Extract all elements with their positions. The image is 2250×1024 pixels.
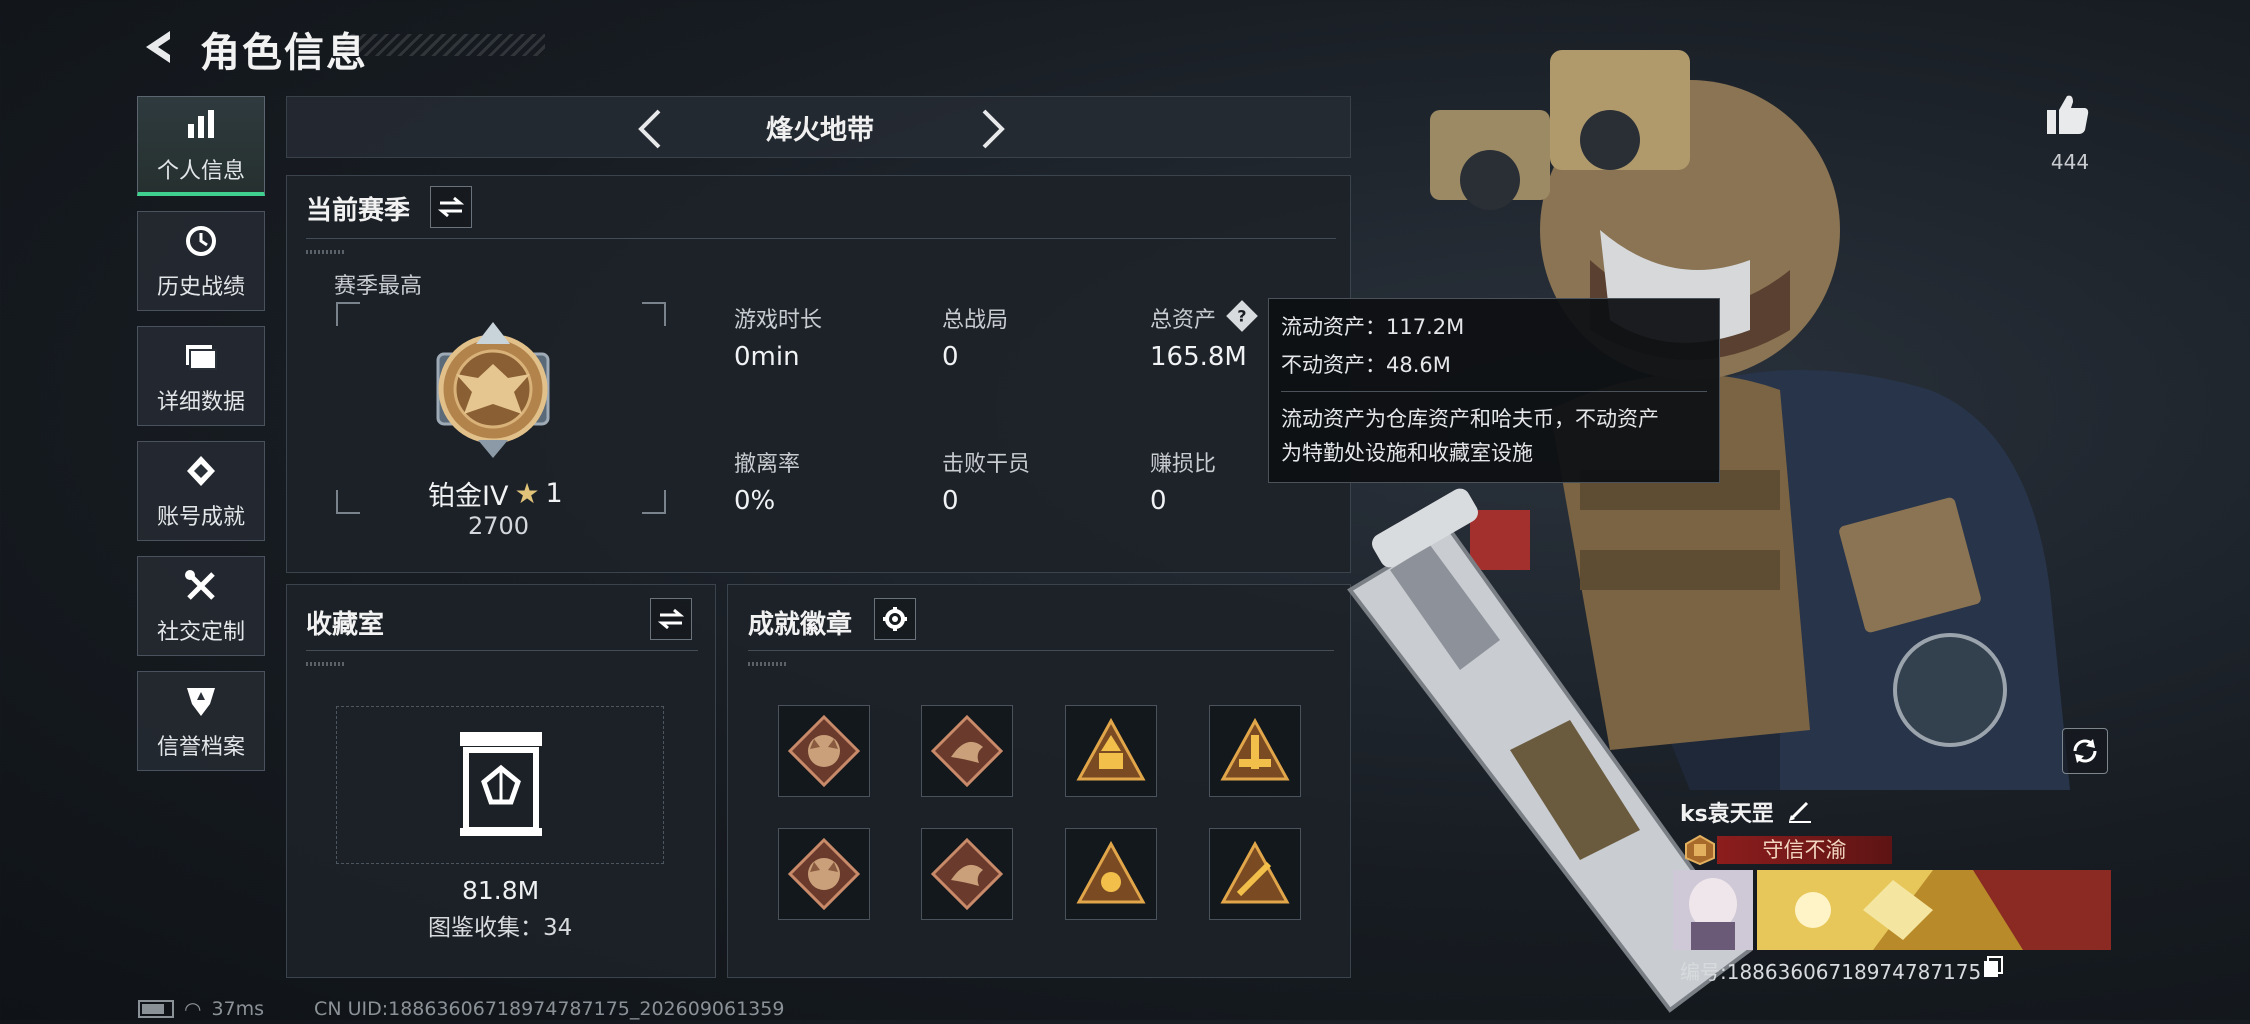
tooltip-note-line1: 流动资产为仓库资产和哈夫币，不动资产 — [1281, 407, 1659, 431]
stat-label-kills: 击败干员 — [942, 452, 1031, 477]
wifi-icon: ◠ — [184, 997, 202, 1021]
nav-item-history[interactable]: 历史战绩 — [137, 211, 265, 311]
rank-emblem-icon — [418, 314, 568, 464]
achievement-icon — [181, 451, 221, 491]
wolf-badge-icon[interactable] — [778, 828, 870, 920]
rank-name-row: 铂金IV ★ 1 — [428, 474, 563, 513]
badges-title: 成就徽章 — [748, 610, 853, 640]
decor-dots — [748, 662, 788, 666]
title-emblem-icon — [1684, 834, 1716, 866]
player-uid: 编号:1886360671897478717​5 — [1680, 960, 1982, 984]
badges-divider — [748, 650, 1334, 651]
nav-item-details[interactable]: 详细数据 — [137, 326, 265, 426]
gold-pyramid-badge-icon[interactable] — [1065, 828, 1157, 920]
gear-icon — [883, 607, 907, 631]
copy-icon[interactable] — [1982, 956, 2004, 978]
badges-settings-button[interactable] — [874, 598, 916, 640]
season-switch-button[interactable] — [430, 186, 472, 228]
tools-icon — [181, 566, 221, 606]
player-title-banner: 守信不渝 — [1717, 836, 1892, 864]
tooltip-fixed-assets: 不动资产：48.6M — [1281, 353, 1451, 377]
stat-label-profit-ratio: 赚损比 — [1150, 452, 1217, 477]
dragon-badge-icon[interactable] — [921, 705, 1013, 797]
title-decoration — [340, 34, 545, 56]
status-uid: CN UID:1886360671897478717​5_20260906135… — [314, 998, 785, 1020]
star-icon: ★ — [514, 477, 540, 510]
arrow-badge-icon[interactable] — [1209, 828, 1301, 920]
frame-corner — [642, 302, 666, 326]
stat-value-total-assets: 165.8M — [1150, 342, 1247, 372]
dragon-badge-icon[interactable] — [921, 828, 1013, 920]
collection-count: 图鉴收集：34 — [428, 915, 573, 941]
nav-item-reputation[interactable]: 信誉档案 — [137, 671, 265, 771]
rocket-badge-icon[interactable] — [1209, 705, 1301, 797]
season-title: 当前赛季 — [306, 196, 411, 226]
season-best-label: 赛季最高 — [334, 274, 423, 299]
player-name: ks袁天罡 — [1680, 802, 1774, 827]
collection-switch-button[interactable] — [650, 598, 692, 640]
frame-corner — [336, 302, 360, 326]
decor-dots — [306, 250, 346, 254]
sidebar-nav: 个人信息 历史战绩 详细数据 账号成就 社交定制 信誉档案 — [137, 96, 267, 786]
back-arrow-icon — [146, 31, 170, 63]
like-count: 444 — [2050, 150, 2090, 174]
wolf-badge-icon[interactable] — [778, 705, 870, 797]
folder-icon — [181, 336, 221, 376]
collection-divider — [306, 650, 698, 651]
player-card-row[interactable] — [1673, 870, 2111, 950]
status-bar: ◠ 37ms CN UID:1886360671897478717​5_2026… — [138, 997, 784, 1021]
bar-chart-icon — [181, 105, 221, 145]
collection-title: 收藏室 — [306, 610, 385, 640]
rank-name: 铂金IV — [428, 481, 509, 512]
edit-name-icon[interactable] — [1787, 797, 1813, 823]
assets-tooltip: 流动资产：117.2M 不动资产：48.6M 流动资产为仓库资产和哈夫币，不动资… — [1268, 298, 1720, 483]
rank-score: 2700 — [468, 512, 530, 540]
mode-prev-button[interactable] — [625, 104, 675, 154]
refresh-button[interactable] — [2062, 728, 2108, 774]
refresh-icon — [2073, 739, 2097, 763]
nav-item-personal-info[interactable]: 个人信息 — [137, 96, 265, 196]
back-button[interactable] — [135, 22, 185, 72]
stat-value-profit-ratio: 0 — [1150, 486, 1167, 516]
vault-icon — [456, 730, 546, 838]
stat-value-kills: 0 — [942, 486, 959, 516]
ping-value: 37ms — [211, 998, 265, 1020]
swap-icon — [658, 608, 684, 630]
stat-label-playtime: 游戏时长 — [734, 308, 823, 333]
stat-label-matches: 总战局 — [942, 308, 1009, 333]
rank-stars: 1 — [545, 478, 563, 509]
season-divider — [306, 238, 1336, 239]
decor-dots — [306, 662, 346, 666]
reputation-icon — [181, 681, 221, 721]
collection-value: 81.8M — [462, 876, 540, 905]
nav-item-social[interactable]: 社交定制 — [137, 556, 265, 656]
stat-label-extract-rate: 撤离率 — [734, 452, 801, 477]
tooltip-note-line2: 为特勤处设施和收藏室设施 — [1281, 441, 1533, 465]
history-icon — [181, 221, 221, 261]
frame-corner — [642, 490, 666, 514]
mode-next-button[interactable] — [968, 104, 1018, 154]
stat-value-extract-rate: 0% — [734, 486, 776, 516]
nav-item-achievements[interactable]: 账号成就 — [137, 441, 265, 541]
tooltip-divider — [1281, 391, 1707, 392]
battery-icon — [138, 1000, 174, 1018]
chevron-right-icon — [982, 109, 1005, 149]
stat-value-playtime: 0min — [734, 342, 800, 372]
frame-corner — [336, 490, 360, 514]
tooltip-liquid-assets: 流动资产：117.2M — [1281, 315, 1465, 339]
stat-value-matches: 0 — [942, 342, 959, 372]
chevron-left-icon — [638, 109, 661, 149]
stat-label-total-assets: 总资产 — [1150, 308, 1217, 333]
gold-pyramid-badge-icon[interactable] — [1065, 705, 1157, 797]
thumbs-up-icon[interactable] — [2045, 92, 2095, 142]
mode-title: 烽火地带 — [766, 115, 874, 146]
swap-icon — [438, 196, 464, 218]
